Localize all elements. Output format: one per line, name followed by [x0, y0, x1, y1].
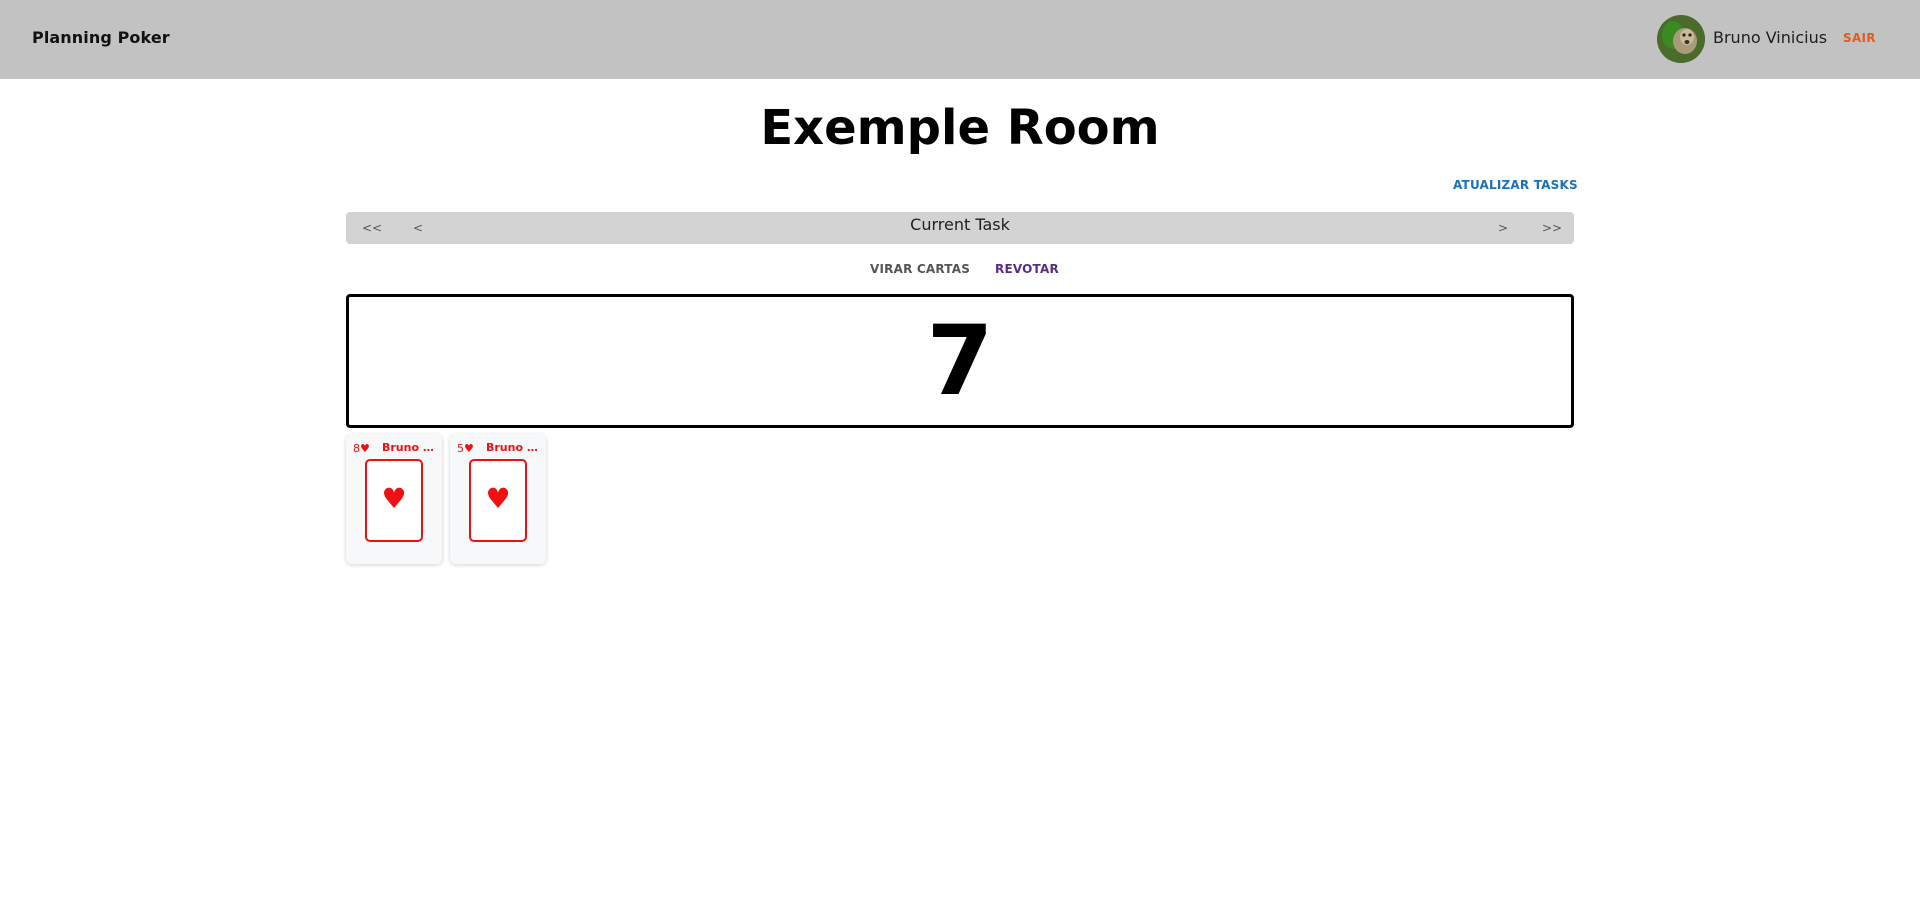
user-avatar[interactable] [1657, 15, 1705, 63]
room-title: Exemple Room [760, 100, 1160, 156]
update-tasks-button[interactable]: ATUALIZAR TASKS [1453, 178, 1578, 192]
logout-button[interactable]: SAIR [1843, 31, 1876, 45]
result-panel: 7 [346, 294, 1574, 428]
last-task-button[interactable]: >> [1542, 221, 1562, 235]
card-owner: Bruno Vinicius [486, 441, 542, 454]
top-navbar: Planning Poker Bruno Vinicius SAIR [0, 0, 1920, 79]
card-owner: Bruno Vinicius [382, 441, 438, 454]
player-card[interactable]: 8♥ Bruno Vinicius ♥ [346, 434, 442, 564]
card-face: ♥ [469, 459, 527, 542]
app-brand[interactable]: Planning Poker [32, 28, 170, 47]
task-navigator: << < Current Task > >> [346, 212, 1574, 244]
next-task-button[interactable]: > [1498, 221, 1508, 235]
heart-icon: ♥ [381, 482, 407, 515]
user-name: Bruno Vinicius [1713, 28, 1828, 47]
card-value: 8♥ [353, 442, 370, 455]
card-face: ♥ [365, 459, 423, 542]
heart-icon: ♥ [485, 482, 511, 515]
flip-cards-button[interactable]: VIRAR CARTAS [870, 262, 970, 276]
player-card[interactable]: 5♥ Bruno Vinicius ♥ [450, 434, 546, 564]
revote-button[interactable]: REVOTAR [995, 262, 1059, 276]
current-task-title: Current Task [910, 215, 1010, 234]
card-value: 5♥ [457, 442, 474, 455]
result-value: 7 [926, 305, 994, 417]
